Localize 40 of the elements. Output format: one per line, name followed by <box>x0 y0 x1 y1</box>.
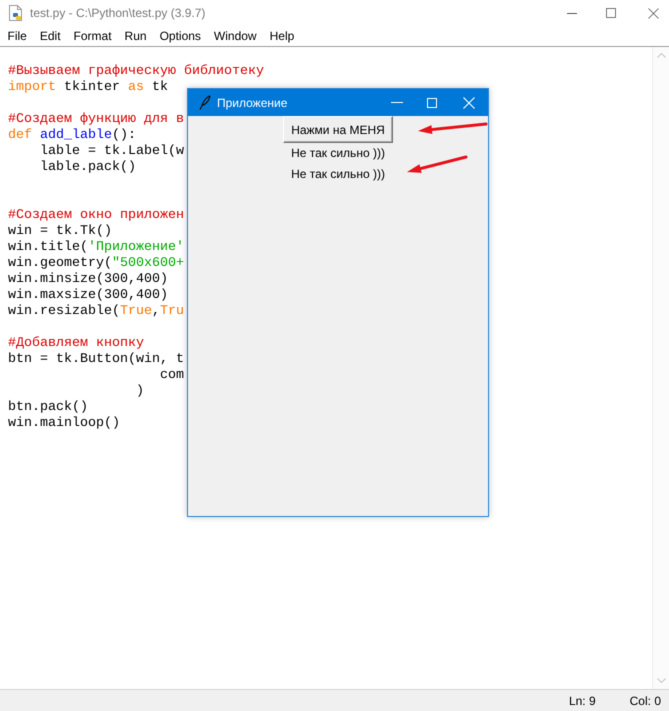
annotation-arrow <box>418 122 488 134</box>
code-line: win.maxsize(300,400) <box>8 288 168 304</box>
menu-item[interactable]: Options <box>153 29 208 43</box>
code-line: ) <box>134 384 144 400</box>
push-button[interactable]: Нажми на МЕНЯ <box>283 116 393 143</box>
code-line: btn.pack() <box>8 400 88 416</box>
menu-item[interactable]: Help <box>263 29 301 43</box>
code-line: win = tk.Tk() <box>8 224 112 240</box>
window-title: test.py - C:\Python\test.py (3.9.7) <box>30 6 206 20</box>
code-line: win.geometry("500x600+ <box>8 256 184 272</box>
code-line: win.minsize(300,400) <box>8 272 168 288</box>
menu-item[interactable]: Run <box>118 29 154 43</box>
code-line: #Создаем окно приложен <box>8 208 184 224</box>
window-title: Приложение <box>217 96 288 110</box>
text-label: Не так сильно ))) <box>291 145 385 162</box>
code-line: lable.pack() <box>38 160 136 176</box>
feather-icon[interactable] <box>199 95 211 110</box>
maximize-icon[interactable] <box>606 8 616 18</box>
code-line: import tkinter as tk <box>8 80 168 96</box>
code-line: #Вызываем графическую библиотеку <box>8 64 264 80</box>
menu-item[interactable]: File <box>1 29 34 43</box>
close-icon[interactable] <box>648 8 659 18</box>
code-line: win.title('Приложение' <box>8 240 184 256</box>
code-line: def add_lable(): <box>8 128 136 144</box>
code-line: btn = tk.Button(win, t <box>8 352 184 368</box>
menu-item[interactable]: Window <box>207 29 264 43</box>
line-number: Ln: 9 <box>568 694 596 708</box>
minimize-icon[interactable] <box>567 12 577 14</box>
code-line: win.resizable(True,Tru <box>8 304 184 320</box>
code-line: #Добавляем кнопку <box>8 336 144 352</box>
text-label: Не так сильно ))) <box>291 166 385 183</box>
code-line: win.mainloop() <box>8 416 120 432</box>
menu-item[interactable]: Edit <box>33 29 68 43</box>
code-line: lable = tk.Label(w <box>38 144 184 160</box>
file-icon[interactable] <box>8 5 24 21</box>
code-line: com <box>158 368 184 384</box>
annotation-arrow <box>407 156 468 173</box>
code-line: #Создаем функцию для в <box>8 112 184 128</box>
menu-item[interactable]: Format <box>67 29 118 43</box>
column-number: Col: 0 <box>630 694 661 708</box>
